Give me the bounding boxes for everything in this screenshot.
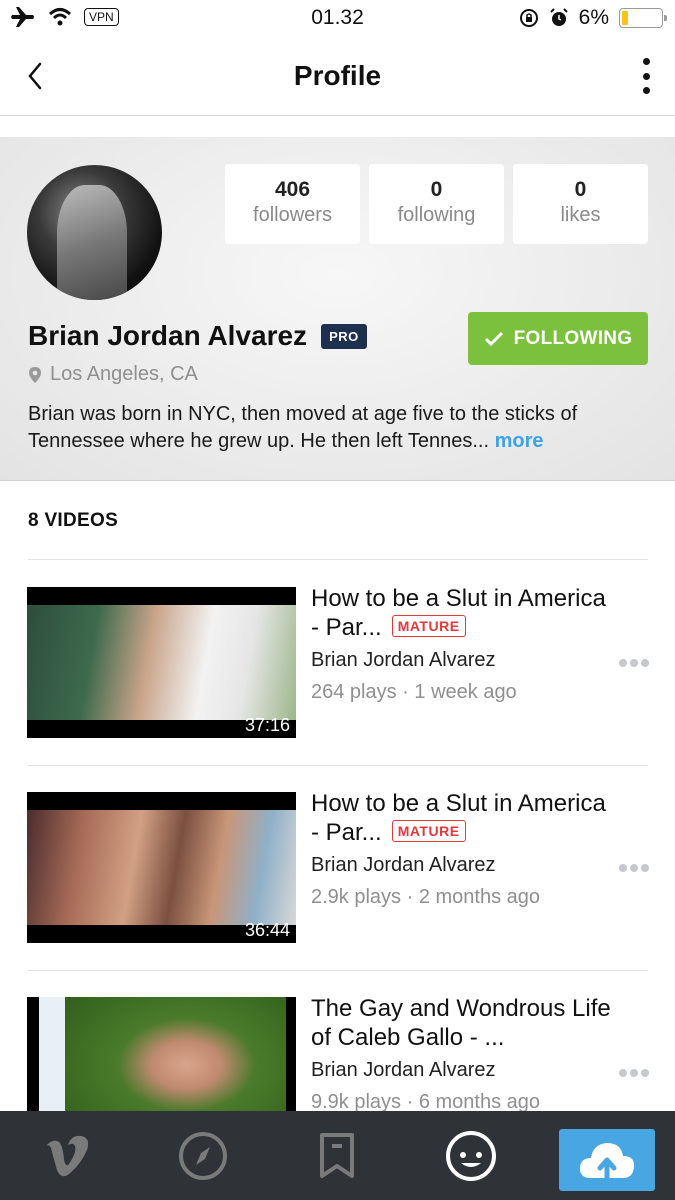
divider	[28, 970, 648, 971]
pro-badge: PRO	[321, 323, 367, 349]
more-horizontal-icon[interactable]	[619, 864, 649, 872]
compass-icon	[179, 1131, 227, 1180]
stat-label: following	[397, 204, 476, 226]
avatar[interactable]	[27, 165, 162, 300]
video-author[interactable]: Brian Jordan Alvarez	[311, 1059, 496, 1082]
video-meta: 264 plays · 1 week ago	[311, 681, 517, 703]
video-title: The Gay and Wondrous Life of Caleb Gallo…	[311, 994, 611, 1052]
video-meta: 2.9k plays · 2 months ago	[311, 886, 541, 908]
more-horizontal-icon[interactable]	[619, 1069, 649, 1077]
stat-label: likes	[560, 204, 601, 226]
bookmark-icon	[320, 1132, 354, 1178]
tab-bar	[0, 1111, 675, 1200]
video-list-item[interactable]: 36:44 How to be a Slut in America - Par.…	[0, 789, 675, 952]
video-title: How to be a Slut in America - Par... MATU…	[311, 789, 611, 847]
video-thumbnail[interactable]: 37:16	[27, 587, 296, 738]
profile-name: Brian Jordan Alvarez	[28, 320, 308, 351]
video-title: How to be a Slut in America - Par... MATU…	[311, 584, 611, 642]
more-vertical-icon[interactable]	[639, 56, 653, 96]
profile-bio: Brian was born in NYC, then moved at age…	[28, 401, 653, 455]
mature-badge: MATURE	[391, 820, 466, 842]
divider	[28, 765, 648, 766]
stat-label: followers	[253, 204, 332, 226]
page-title: Profile	[293, 60, 382, 91]
stat-likes[interactable]: 0 likes	[513, 164, 648, 244]
tab-upload[interactable]	[559, 1129, 655, 1191]
battery-percent: 6%	[578, 6, 609, 29]
rotation-lock-icon	[519, 9, 538, 27]
vimeo-logo-icon	[46, 1135, 89, 1176]
videos-heading: 8 VIDEOS	[28, 510, 119, 531]
tab-explore[interactable]	[153, 1111, 253, 1200]
following-button[interactable]: FOLLOWING	[468, 312, 648, 365]
alarm-icon	[549, 8, 568, 26]
divider	[28, 559, 648, 560]
following-button-label: FOLLOWING	[513, 327, 633, 349]
smiley-face-icon	[446, 1130, 496, 1181]
tab-home[interactable]	[18, 1111, 118, 1200]
stat-followers[interactable]: 406 followers	[225, 164, 360, 244]
profile-header: 406 followers 0 following 0 likes Brian …	[0, 137, 675, 481]
nav-bar: Profile	[0, 40, 675, 116]
more-horizontal-icon[interactable]	[619, 659, 649, 667]
profile-stats: 406 followers 0 following 0 likes	[225, 164, 648, 244]
video-list-item[interactable]: 37:16 How to be a Slut in America - Par.…	[0, 584, 675, 747]
video-author[interactable]: Brian Jordan Alvarez	[311, 854, 496, 877]
cloud-upload-icon	[579, 1143, 635, 1181]
stat-value: 0	[574, 178, 587, 201]
video-title-text: The Gay and Wondrous Life of Caleb Gallo…	[311, 995, 611, 1051]
video-duration: 36:44	[244, 920, 290, 940]
mature-badge: MATURE	[391, 615, 466, 637]
status-bar: VPN 01.32 6%	[0, 0, 675, 40]
stat-value: 406	[274, 178, 311, 201]
location-text: Los Angeles, CA	[50, 363, 198, 385]
video-duration: 37:16	[244, 715, 290, 735]
tab-watchlater[interactable]	[287, 1111, 387, 1200]
location-pin-icon	[29, 366, 41, 383]
video-thumbnail[interactable]: 36:44	[27, 792, 296, 943]
stat-value: 0	[430, 178, 443, 201]
bio-more-link[interactable]: more	[495, 430, 544, 452]
checkmark-icon	[484, 331, 503, 346]
video-author[interactable]: Brian Jordan Alvarez	[311, 649, 496, 672]
tab-profile[interactable]	[421, 1111, 521, 1200]
stat-following[interactable]: 0 following	[369, 164, 504, 244]
profile-location: Los Angeles, CA	[28, 363, 198, 386]
battery-icon	[619, 8, 667, 28]
